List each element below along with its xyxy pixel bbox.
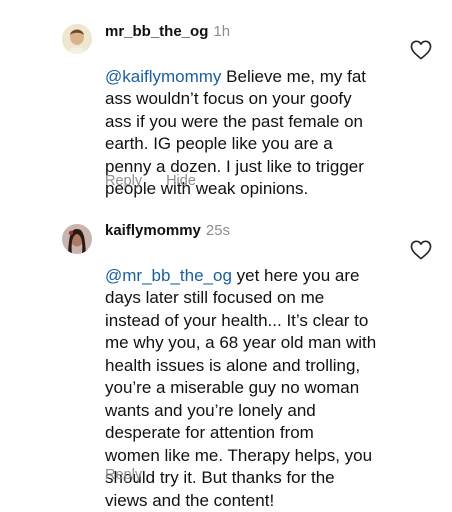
comment-line: you’re a miserable guy no woman [105, 378, 360, 397]
comment-line: ass wouldn’t focus on your goofy [105, 89, 352, 108]
timestamp: 1h [213, 23, 231, 40]
comment-line: Believe me, my fat [226, 66, 366, 86]
username[interactable]: mr_bb_the_og [105, 23, 208, 40]
comment-line: instead of your health... It’s clear to [105, 310, 369, 330]
comment-line: desperate for attention from [105, 423, 314, 442]
comment-actions: Reply [105, 467, 166, 483]
comment-header: mr_bb_the_og 1h [105, 23, 230, 40]
comment-line: days later still focused on me [105, 288, 325, 307]
comment-line: yet here you are [236, 265, 360, 285]
profile-photo-avatar [62, 24, 92, 54]
heart-outline-icon[interactable] [410, 40, 432, 60]
heart-outline-icon[interactable] [410, 240, 432, 260]
comment-header: kaiflymommy 25s [105, 222, 230, 239]
comment-line: wants and you’re lonely and [105, 400, 316, 420]
profile-photo-avatar [62, 224, 92, 254]
avatar[interactable] [62, 24, 92, 54]
timestamp: 25s [205, 222, 231, 239]
reply-button[interactable]: Reply [105, 173, 142, 189]
comment-line: me why you, a 68 year old man with [105, 333, 377, 352]
comment-line: women like me. Therapy helps, you [105, 445, 373, 465]
username[interactable]: kaiflymommy [105, 222, 201, 239]
comment-line: health issues is alone and trolling, [105, 355, 361, 375]
hide-button[interactable]: Hide [166, 173, 196, 189]
mention-link[interactable]: @mr_bb_the_og [105, 266, 232, 285]
comment-line: views and the content! [105, 490, 275, 510]
avatar[interactable] [62, 224, 92, 254]
reply-button[interactable]: Reply [105, 467, 142, 483]
mention-link[interactable]: @kaiflymommy [105, 67, 221, 86]
comment-line: earth. IG people like you are a [105, 134, 333, 153]
comment-line: ass if you were the past female on [105, 111, 363, 131]
comment-actions: Reply Hide [105, 173, 220, 189]
